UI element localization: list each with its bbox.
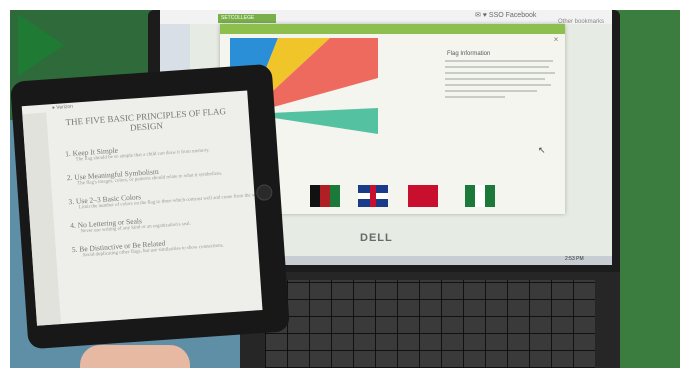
close-icon[interactable]: ×: [552, 36, 560, 44]
photo-scene: SETCOLLEGE ✉ ♥ SSO Facebook Other bookma…: [0, 0, 690, 379]
laptop-keyboard: [265, 280, 595, 368]
browser-tab-label: SETCOLLEGE: [221, 15, 255, 21]
taskbar-clock: 2:53 PM: [565, 256, 584, 262]
flag-afghanistan[interactable]: [310, 185, 340, 207]
hand: [80, 345, 190, 368]
browser-address-text[interactable]: ✉ ♥ SSO Facebook: [475, 11, 536, 19]
browser-toolbar: SETCOLLEGE ✉ ♥ SSO Facebook Other bookma…: [160, 10, 612, 25]
tablet-carrier: ● Verizon: [51, 103, 74, 112]
modal-header-bar: [220, 24, 565, 34]
principle-item: 1. Keep It Simple The flag should be so …: [65, 137, 246, 165]
principle-item: 5. Be Distinctive or Be Related Avoid du…: [72, 233, 253, 261]
laptop-brand-logo: DELL: [360, 232, 393, 244]
flag-albania[interactable]: [408, 185, 438, 207]
browser-tab[interactable]: SETCOLLEGE: [218, 14, 276, 23]
principles-list: 1. Keep It Simple The flag should be so …: [65, 137, 263, 269]
play-icon[interactable]: [18, 14, 64, 76]
tablet-device: ● Verizon THE FIVE BASIC PRINCIPLES OF F…: [10, 63, 291, 350]
flag-nigeria[interactable]: [465, 185, 495, 207]
tablet-screen: ● Verizon THE FIVE BASIC PRINCIPLES OF F…: [21, 90, 263, 326]
tablet-document-sidebar: [22, 112, 62, 326]
tablet-home-button[interactable]: [255, 183, 273, 202]
principle-item: 2. Use Meaningful Symbolism The flag's i…: [67, 161, 248, 189]
flag-united-kingdom[interactable]: [358, 185, 388, 207]
modal-title: Flag Information: [447, 51, 491, 57]
principle-item: 3. Use 2–3 Basic Colors Limit the number…: [68, 185, 262, 213]
mouse-cursor-icon: ↖: [538, 145, 546, 155]
modal-description: [445, 60, 557, 102]
principle-item: 4. No Lettering or Seals Never use writi…: [70, 209, 251, 237]
